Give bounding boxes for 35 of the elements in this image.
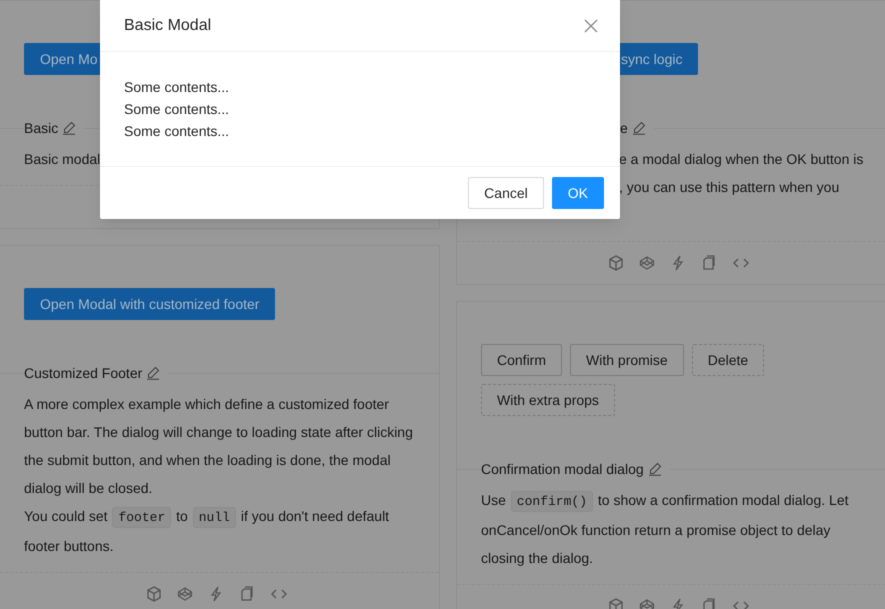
demo-button[interactable]: With promise xyxy=(570,344,684,376)
description-text: , you can use this pattern when you xyxy=(619,178,840,197)
lightning-icon[interactable] xyxy=(208,586,224,602)
cube-icon[interactable] xyxy=(608,255,624,271)
demo-title: Confirmation modal dialog xyxy=(481,461,644,477)
cube-icon[interactable] xyxy=(146,586,162,602)
edit-icon[interactable] xyxy=(632,121,646,135)
description-text: e a modal dialog when the OK button is xyxy=(619,150,864,169)
copy-icon[interactable] xyxy=(701,255,717,271)
description-text: Use confirm() to show a confirmation modal dialog. Let onCancel/onOk function return a promise object to delay closing the dialog. xyxy=(481,490,850,568)
modal-title: Basic Modal xyxy=(124,16,212,34)
box-outline-icon[interactable] xyxy=(177,586,193,602)
demo-button[interactable]: With extra props xyxy=(481,384,615,416)
box-outline-icon[interactable] xyxy=(639,255,655,271)
description-text: You could set footer to null if you don't need default footer buttons. xyxy=(24,506,390,556)
edit-icon[interactable] xyxy=(146,366,160,380)
edit-icon[interactable] xyxy=(648,462,662,476)
close-icon[interactable] xyxy=(584,18,598,32)
modal-text: Some contents... xyxy=(124,78,230,97)
demo-button[interactable]: sync logic xyxy=(619,43,698,75)
edit-icon[interactable] xyxy=(62,121,76,135)
demo-button[interactable]: Open Modal with customized footer xyxy=(24,288,276,320)
description-text: Basic modal xyxy=(24,150,102,169)
copy-icon[interactable] xyxy=(239,586,255,602)
modal-text: Some contents... xyxy=(124,100,230,119)
description-text: A more complex example which define a customized footer button bar. The dialog will change to loading state after clicking the submit button, and when the loading is done, the modal dialog will be closed. xyxy=(24,395,414,498)
demo-button[interactable]: Confirm xyxy=(481,344,562,376)
demo-title: Customized Footer xyxy=(24,365,142,381)
lightning-icon[interactable] xyxy=(670,255,686,271)
demo-title: Basic xyxy=(24,120,58,136)
demo-button[interactable]: Delete xyxy=(692,344,764,376)
demo-title: e xyxy=(620,120,628,136)
modal-text: Some contents... xyxy=(124,122,230,141)
dialog-button[interactable]: OK xyxy=(552,177,604,209)
dialog-button[interactable]: Cancel xyxy=(468,177,544,209)
